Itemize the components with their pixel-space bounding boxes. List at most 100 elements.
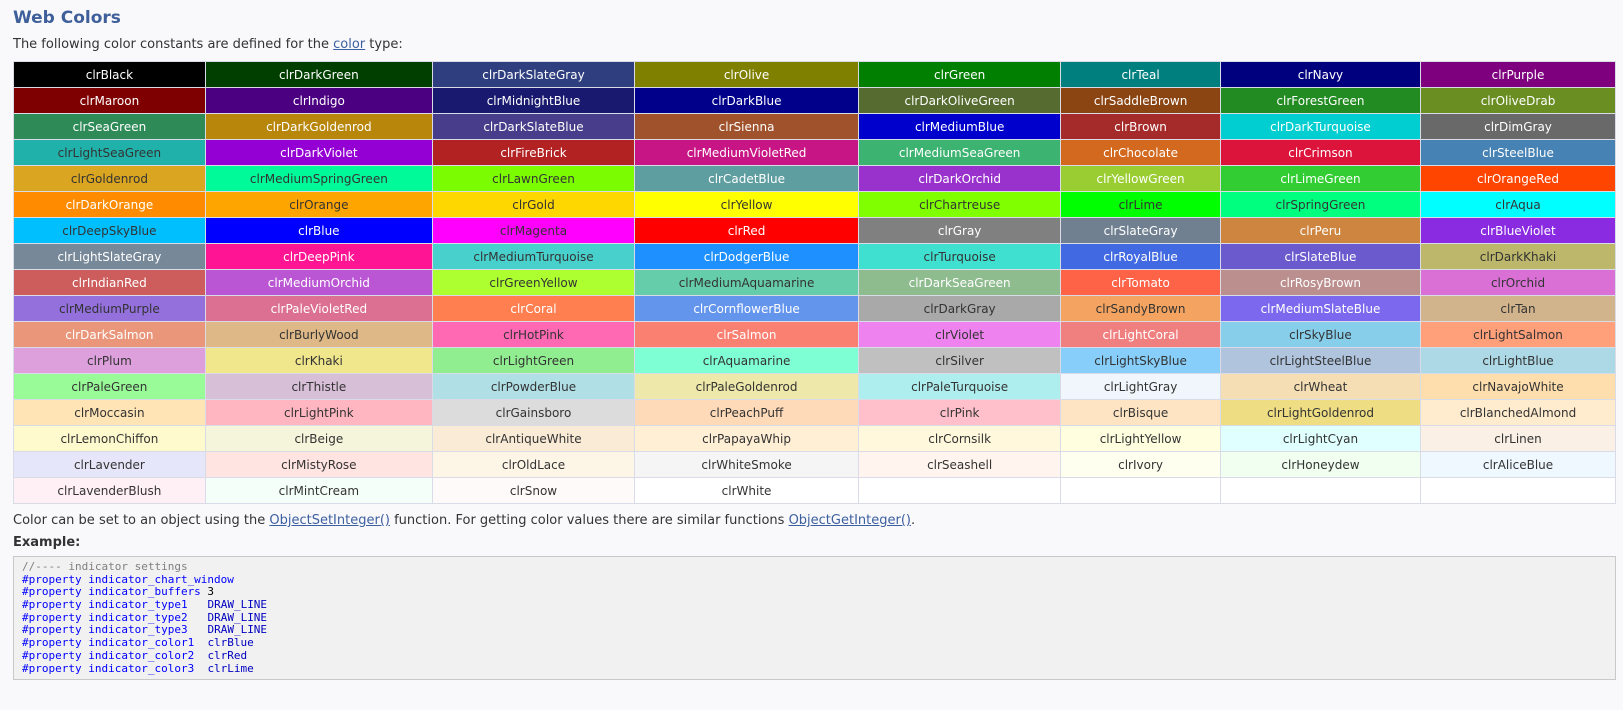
color-cell: clrDarkGoldenrod: [204, 113, 433, 140]
code-token: #property indicator_color1: [22, 636, 195, 650]
color-cell: clrDeepPink: [204, 243, 433, 270]
color-cell: clrWhite: [634, 477, 860, 504]
color-cell: clrNavy: [1219, 61, 1422, 88]
color-cell: clrDarkOrchid: [858, 165, 1062, 192]
color-cell: clrBisque: [1060, 399, 1221, 426]
empty-cell: [858, 477, 1062, 504]
color-cell: clrRoyalBlue: [1060, 243, 1221, 270]
color-cell: clrSnow: [431, 477, 636, 504]
color-cell: clrIndianRed: [13, 269, 206, 296]
color-cell: clrMediumTurquoise: [431, 243, 636, 270]
code-token: DRAW_LINE: [207, 598, 268, 612]
color-cell: clrWheat: [1219, 373, 1422, 400]
color-cell: clrBlack: [13, 61, 206, 88]
color-cell: clrLightSlateGray: [13, 243, 206, 270]
color-cell: clrMediumBlue: [858, 113, 1062, 140]
color-cell: clrLightCoral: [1060, 321, 1221, 348]
color-cell: clrLightSalmon: [1420, 321, 1616, 348]
color-cell: clrOrchid: [1420, 269, 1616, 296]
color-cell: clrLightPink: [204, 399, 433, 426]
color-cell: clrSkyBlue: [1219, 321, 1422, 348]
color-cell: clrSeaGreen: [13, 113, 206, 140]
color-cell: clrGold: [431, 191, 636, 218]
color-cell: clrLightGoldenrod: [1219, 399, 1422, 426]
color-cell: clrLightSeaGreen: [13, 139, 206, 166]
color-cell: clrChartreuse: [858, 191, 1062, 218]
empty-cell: [1420, 477, 1616, 504]
code-token: #property indicator_color2: [22, 648, 195, 662]
page: Web Colors The following color constants…: [0, 0, 1623, 681]
color-cell: clrLawnGreen: [431, 165, 636, 192]
color-cell: clrDarkSlateGray: [431, 61, 636, 88]
note-text: Color can be set to an object using the …: [13, 511, 1611, 531]
color-cell: clrBurlyWood: [204, 321, 433, 348]
color-cell: clrPaleGreen: [13, 373, 206, 400]
color-cell: clrDarkGray: [858, 295, 1062, 322]
color-cell: clrLinen: [1420, 425, 1616, 452]
color-cell: clrLightGray: [1060, 373, 1221, 400]
color-row: clrLemonChiffon clrBeige clrAntiqueWhite cl…: [13, 425, 1616, 452]
color-cell: clrLime: [1060, 191, 1221, 218]
color-cell: clrPaleGoldenrod: [634, 373, 860, 400]
color-cell: clrBlueViolet: [1420, 217, 1616, 244]
color-cell: clrDodgerBlue: [634, 243, 860, 270]
object-get-integer-link[interactable]: ObjectGetInteger(): [789, 513, 911, 528]
color-cell: clrSpringGreen: [1219, 191, 1422, 218]
color-cell: clrHotPink: [431, 321, 636, 348]
color-cell: clrSeashell: [858, 451, 1062, 478]
color-cell: clrThistle: [204, 373, 433, 400]
color-cell: clrFireBrick: [431, 139, 636, 166]
color-cell: clrLavender: [13, 451, 206, 478]
color-cell: clrGainsboro: [431, 399, 636, 426]
color-cell: clrMediumAquamarine: [634, 269, 860, 296]
note-after: .: [910, 513, 916, 528]
color-cell: clrGray: [858, 217, 1062, 244]
color-cell: clrLimeGreen: [1219, 165, 1422, 192]
code-token: 3: [200, 585, 215, 599]
color-cell: clrDarkSlateBlue: [431, 113, 636, 140]
color-cell: clrDarkTurquoise: [1219, 113, 1422, 140]
note-before: Color can be set to an object using the: [13, 513, 270, 528]
color-cell: clrMistyRose: [204, 451, 433, 478]
intro-text: The following color constants are define…: [13, 34, 1611, 56]
code-line: #property indicator_type3 DRAW_LINE: [22, 624, 1607, 637]
color-cell: clrWhiteSmoke: [634, 451, 860, 478]
object-set-integer-link[interactable]: ObjectSetInteger(): [269, 513, 390, 528]
color-cell: clrAntiqueWhite: [431, 425, 636, 452]
color-row: clrBlack clrDarkGreen clrDarkSlateGray clrO…: [13, 61, 1616, 88]
code-token: #property indicator_buffers: [22, 585, 201, 599]
color-row: clrDarkOrange clrOrange clrGold clrYellow cl…: [13, 191, 1616, 218]
color-cell: clrRosyBrown: [1219, 269, 1422, 296]
color-cell: clrBeige: [204, 425, 433, 452]
color-row: clrPlum clrKhaki clrLightGreen clrAquamarin…: [13, 347, 1616, 374]
color-cell: clrLavenderBlush: [13, 477, 206, 504]
color-cell: clrOliveDrab: [1420, 87, 1616, 114]
code-line: #property indicator_color3 clrLime: [22, 662, 1607, 676]
color-row: clrMediumPurple clrPaleVioletRed clrCoral c…: [13, 295, 1616, 322]
color-cell: clrTurquoise: [858, 243, 1062, 270]
code-token: clrBlue: [207, 636, 254, 650]
color-cell: clrPeachPuff: [634, 399, 860, 426]
color-cell: clrPowderBlue: [431, 373, 636, 400]
color-cell: clrSilver: [858, 347, 1062, 374]
color-cell: clrTan: [1420, 295, 1616, 322]
color-cell: clrLightBlue: [1420, 347, 1616, 374]
color-cell: clrSlateBlue: [1219, 243, 1422, 270]
color-cell: clrSienna: [634, 113, 860, 140]
color-type-link[interactable]: color: [333, 37, 365, 52]
color-row: clrLightSlateGray clrDeepPink clrMediumTur…: [13, 243, 1616, 270]
color-cell: clrBlanchedAlmond: [1420, 399, 1616, 426]
color-cell: clrRed: [634, 217, 860, 244]
color-table: clrBlack clrDarkGreen clrDarkSlateGray clrO…: [13, 61, 1616, 504]
color-cell: clrMediumSpringGreen: [204, 165, 433, 192]
code-token: //---- indicator settings: [22, 560, 188, 573]
color-cell: clrPink: [858, 399, 1062, 426]
color-cell: clrForestGreen: [1219, 87, 1422, 114]
color-row: clrMaroon clrIndigo clrMidnightBlue clrDark…: [13, 87, 1616, 114]
color-cell: clrMintCream: [204, 477, 433, 504]
color-cell: clrAqua: [1420, 191, 1616, 218]
